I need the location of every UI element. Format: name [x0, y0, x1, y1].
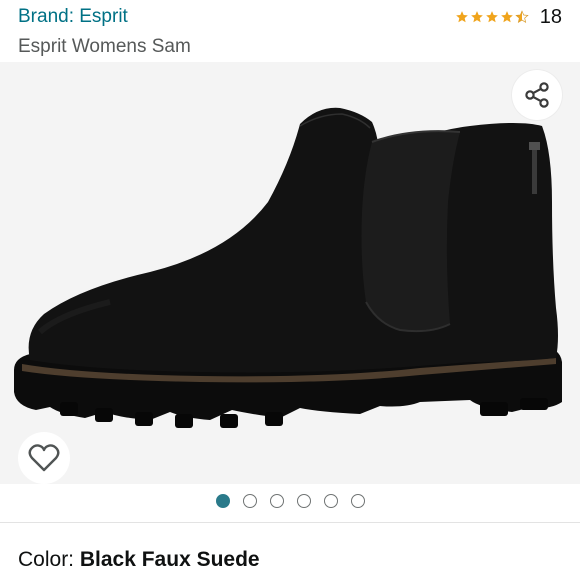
share-button[interactable] — [512, 70, 562, 120]
product-image-gallery[interactable] — [0, 62, 580, 484]
star-full-icon — [455, 11, 468, 23]
star-full-icon — [470, 11, 483, 23]
star-rating — [455, 10, 530, 24]
star-full-icon — [500, 11, 513, 23]
star-half-icon — [515, 10, 529, 23]
pagination-dot[interactable] — [269, 494, 284, 508]
product-title: Esprit Womens Sam — [18, 36, 191, 57]
pagination-dot[interactable] — [296, 494, 311, 508]
section-divider — [0, 522, 580, 523]
image-pagination[interactable] — [0, 494, 580, 510]
star-full-icon — [485, 11, 498, 23]
add-to-wishlist-button[interactable] — [18, 432, 70, 484]
color-value: Black Faux Suede — [79, 548, 260, 571]
rating-summary[interactable]: 18 — [455, 4, 562, 30]
pagination-dot[interactable] — [242, 494, 257, 508]
brand-link[interactable]: Brand: Esprit — [18, 4, 128, 30]
rating-count: 18 — [539, 5, 562, 28]
color-variation: Color: Black Faux Suede — [18, 547, 260, 573]
pagination-dot[interactable] — [215, 494, 230, 508]
pagination-dot[interactable] — [323, 494, 338, 508]
pagination-dot[interactable] — [350, 494, 365, 508]
color-label: Color: — [18, 548, 80, 571]
share-icon — [525, 82, 549, 108]
product-header: Brand: Esprit Esprit Womens Sam 18 — [0, 0, 580, 62]
product-image — [0, 62, 580, 484]
heart-outline-icon — [28, 444, 60, 472]
